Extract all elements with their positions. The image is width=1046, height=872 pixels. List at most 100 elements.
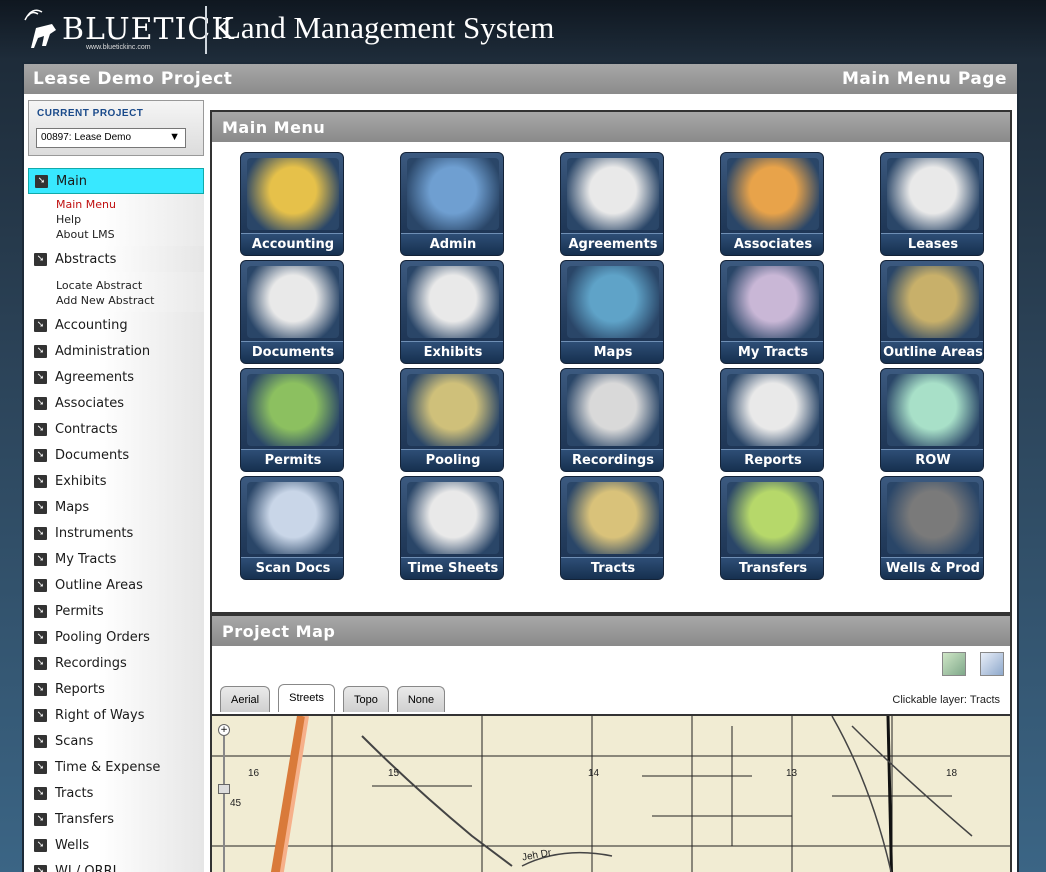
tile-associates[interactable]: Associates — [720, 152, 824, 256]
sidebar-nav: ➘ Main Main Menu Help About LMS ➘ Abstra… — [28, 168, 204, 872]
sidebar-item-reports[interactable]: ➘ Reports — [28, 676, 204, 702]
tile-tracts[interactable]: Tracts — [560, 476, 664, 580]
tab-streets[interactable]: Streets — [278, 684, 335, 712]
arrow-icon: ➘ — [35, 174, 48, 188]
sidebar-item-associates[interactable]: ➘ Associates — [28, 390, 204, 416]
tile-label: Pooling — [401, 449, 503, 471]
map-print-icon[interactable] — [980, 652, 1004, 676]
tile-label: Agreements — [561, 233, 663, 255]
arrow-icon: ➘ — [34, 474, 47, 488]
arrow-icon: ➘ — [34, 396, 47, 410]
submenu-main-menu[interactable]: Main Menu — [56, 197, 204, 212]
sidebar-item-recordings[interactable]: ➘ Recordings — [28, 650, 204, 676]
map-layers-icon[interactable] — [942, 652, 966, 676]
sidebar-item-label: Instruments — [55, 525, 134, 541]
tile-accounting[interactable]: Accounting — [240, 152, 344, 256]
project-map-panel: Project Map Aerial Streets Topo None Cli… — [210, 614, 1012, 872]
tile-recordings[interactable]: Recordings — [560, 368, 664, 472]
invoice-icon — [407, 482, 499, 554]
tile-leases[interactable]: Leases — [880, 152, 984, 256]
dog-logo-icon — [24, 9, 56, 48]
sidebar-item-label: WI / ORRI — [55, 863, 117, 872]
section-label: 15 — [388, 768, 400, 779]
highway-label: 45 — [230, 798, 242, 809]
map-tabs: Aerial Streets Topo None — [220, 684, 446, 712]
submenu-about-lms[interactable]: About LMS — [56, 227, 204, 242]
section-label: 18 — [946, 768, 958, 779]
sidebar-item-exhibits[interactable]: ➘ Exhibits — [28, 468, 204, 494]
submenu-help[interactable]: Help — [56, 212, 204, 227]
sidebar-item-permits[interactable]: ➘ Permits — [28, 598, 204, 624]
app-title: Land Management System — [222, 10, 555, 45]
submenu-locate-abstract[interactable]: Locate Abstract — [56, 278, 204, 293]
map-zoom-slider[interactable]: + — [218, 724, 230, 872]
sidebar-item-time-expense[interactable]: ➘ Time & Expense — [28, 754, 204, 780]
brand-name: BLUETICK — [62, 12, 235, 47]
bluetick-logo[interactable]: BLUETICK www.bluetickinc.com — [22, 6, 234, 54]
sidebar-item-label: Exhibits — [55, 473, 107, 489]
project-title: Lease Demo Project — [33, 69, 233, 89]
tile-row[interactable]: ROW — [880, 368, 984, 472]
arrow-icon: ➘ — [34, 734, 47, 748]
list-document-icon — [407, 266, 499, 338]
tile-outline-areas[interactable]: Outline Areas — [880, 260, 984, 364]
sidebar-item-agreements[interactable]: ➘ Agreements — [28, 364, 204, 390]
tile-label: Time Sheets — [401, 557, 503, 579]
tile-exhibits[interactable]: Exhibits — [400, 260, 504, 364]
sidebar-item-administration[interactable]: ➘ Administration — [28, 338, 204, 364]
tile-documents[interactable]: Documents — [240, 260, 344, 364]
sidebar-item-label: Outline Areas — [55, 577, 143, 593]
tab-none[interactable]: None — [396, 686, 446, 712]
tile-label: Exhibits — [401, 341, 503, 363]
arrow-icon: ➘ — [34, 252, 47, 266]
sidebar-item-maps[interactable]: ➘ Maps — [28, 494, 204, 520]
app-header: BLUETICK www.bluetickinc.com Land Manage… — [0, 0, 1046, 60]
tile-transfers[interactable]: Transfers — [720, 476, 824, 580]
sidebar-item-label: Accounting — [55, 317, 128, 333]
arrow-icon: ➘ — [34, 708, 47, 722]
sidebar-item-right-of-ways[interactable]: ➘ Right of Ways — [28, 702, 204, 728]
tile-my-tracts[interactable]: My Tracts — [720, 260, 824, 364]
report-chart-icon — [727, 374, 819, 446]
tile-pooling[interactable]: Pooling — [400, 368, 504, 472]
sidebar-item-instruments[interactable]: ➘ Instruments — [28, 520, 204, 546]
permit-document-icon — [247, 374, 339, 446]
tile-reports[interactable]: Reports — [720, 368, 824, 472]
doc-tags-icon — [247, 266, 339, 338]
submenu-add-new-abstract[interactable]: Add New Abstract — [56, 293, 204, 308]
sidebar-item-abstracts[interactable]: ➘ Abstracts — [28, 246, 204, 272]
arrow-icon: ➘ — [34, 786, 47, 800]
tab-topo[interactable]: Topo — [342, 686, 389, 712]
sidebar-item-outline-areas[interactable]: ➘ Outline Areas — [28, 572, 204, 598]
sidebar-item-contracts[interactable]: ➘ Contracts — [28, 416, 204, 442]
arrow-icon: ➘ — [34, 604, 47, 618]
project-select[interactable]: 00897: Lease Demo ▼ — [36, 128, 186, 148]
pooling-map-icon — [407, 374, 499, 446]
record-building-icon — [567, 374, 659, 446]
sidebar-item-label: Documents — [55, 447, 130, 463]
clickable-layer-label: Clickable layer: Tracts — [892, 694, 1000, 706]
tile-time-sheets[interactable]: Time Sheets — [400, 476, 504, 580]
tab-aerial[interactable]: Aerial — [220, 686, 271, 712]
sidebar-item-tracts[interactable]: ➘ Tracts — [28, 780, 204, 806]
tile-maps[interactable]: Maps — [560, 260, 664, 364]
sidebar-item-scans[interactable]: ➘ Scans — [28, 728, 204, 754]
sidebar-item-wells[interactable]: ➘ Wells — [28, 832, 204, 858]
tile-label: Admin — [401, 233, 503, 255]
map-canvas[interactable]: 16 15 14 13 18 45 Jeh Dr + — [212, 714, 1010, 872]
tile-permits[interactable]: Permits — [240, 368, 344, 472]
tile-admin[interactable]: Admin — [400, 152, 504, 256]
tile-agreements[interactable]: Agreements — [560, 152, 664, 256]
sidebar-item-transfers[interactable]: ➘ Transfers — [28, 806, 204, 832]
zoom-thumb[interactable] — [218, 784, 230, 794]
zoom-in-icon[interactable]: + — [218, 724, 230, 736]
brand-url: www.bluetickinc.com — [86, 44, 151, 51]
sidebar-item-accounting[interactable]: ➘ Accounting — [28, 312, 204, 338]
sidebar-item-documents[interactable]: ➘ Documents — [28, 442, 204, 468]
tile-wells-prod[interactable]: Wells & Prod — [880, 476, 984, 580]
sidebar-item-my-tracts[interactable]: ➘ My Tracts — [28, 546, 204, 572]
tile-scan-docs[interactable]: Scan Docs — [240, 476, 344, 580]
sidebar-item-main[interactable]: ➘ Main — [28, 168, 204, 194]
sidebar-item-pooling-orders[interactable]: ➘ Pooling Orders — [28, 624, 204, 650]
sidebar-item-wi-orri[interactable]: ➘ WI / ORRI — [28, 858, 204, 872]
